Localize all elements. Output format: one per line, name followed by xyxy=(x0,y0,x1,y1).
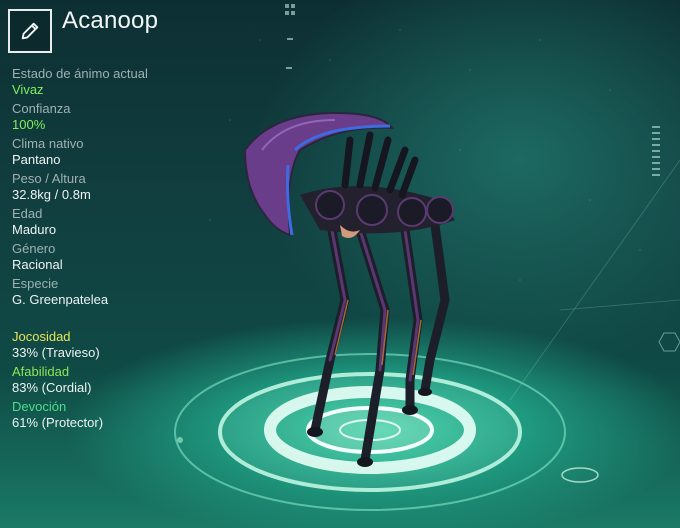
stat-climate: Clima nativo Pantano xyxy=(12,136,212,168)
stat-value: 100% xyxy=(12,117,46,132)
trait-playfulness: Jocosidad 33% (Travieso) xyxy=(12,329,212,361)
hud-marks xyxy=(285,4,660,176)
stat-label: Peso / Altura xyxy=(12,171,86,186)
stat-mood: Estado de ánimo actual Vivaz xyxy=(12,66,212,98)
stat-species: Especie G. Greenpatelea xyxy=(12,276,212,308)
stat-weight-height: Peso / Altura 32.8kg / 0.8m xyxy=(12,171,212,203)
stat-label: Confianza xyxy=(12,101,71,116)
trait-label: Afabilidad xyxy=(12,364,70,379)
trait-value: 33% (Travieso) xyxy=(12,345,100,360)
trait-friendliness: Afabilidad 83% (Cordial) xyxy=(12,364,212,396)
hex-marker-icon xyxy=(658,332,680,352)
hologram-pedestal xyxy=(174,353,599,511)
trait-label: Devoción xyxy=(12,399,67,414)
trait-label: Jocosidad xyxy=(12,329,71,344)
creature-stats-list: Estado de ánimo actual Vivaz Confianza 1… xyxy=(12,66,212,311)
stat-gender: Género Racional xyxy=(12,241,212,273)
creature-name: Acanoop xyxy=(62,7,159,34)
creature-traits-list: Jocosidad 33% (Travieso) Afabilidad 83% … xyxy=(12,329,212,434)
edit-name-button[interactable] xyxy=(8,9,52,53)
stat-value: Vivaz xyxy=(12,82,44,97)
stat-value: Maduro xyxy=(12,222,57,237)
trait-value: 83% (Cordial) xyxy=(12,380,92,395)
stat-label: Edad xyxy=(12,206,43,221)
stat-label: Estado de ánimo actual xyxy=(12,66,148,81)
stat-age: Edad Maduro xyxy=(12,206,212,238)
stat-label: Especie xyxy=(12,276,59,291)
stat-label: Género xyxy=(12,241,56,256)
stat-value: 32.8kg / 0.8m xyxy=(12,187,91,202)
stat-value: G. Greenpatelea xyxy=(12,292,109,307)
stat-value: Pantano xyxy=(12,152,61,167)
stat-value: Racional xyxy=(12,257,63,272)
pencil-icon xyxy=(21,22,39,40)
stat-label: Clima nativo xyxy=(12,136,84,151)
creature-header: Acanoop xyxy=(8,7,159,54)
trait-value: 61% (Protector) xyxy=(12,415,104,430)
stat-trust: Confianza 100% xyxy=(12,101,212,133)
trait-devotion: Devoción 61% (Protector) xyxy=(12,399,212,431)
